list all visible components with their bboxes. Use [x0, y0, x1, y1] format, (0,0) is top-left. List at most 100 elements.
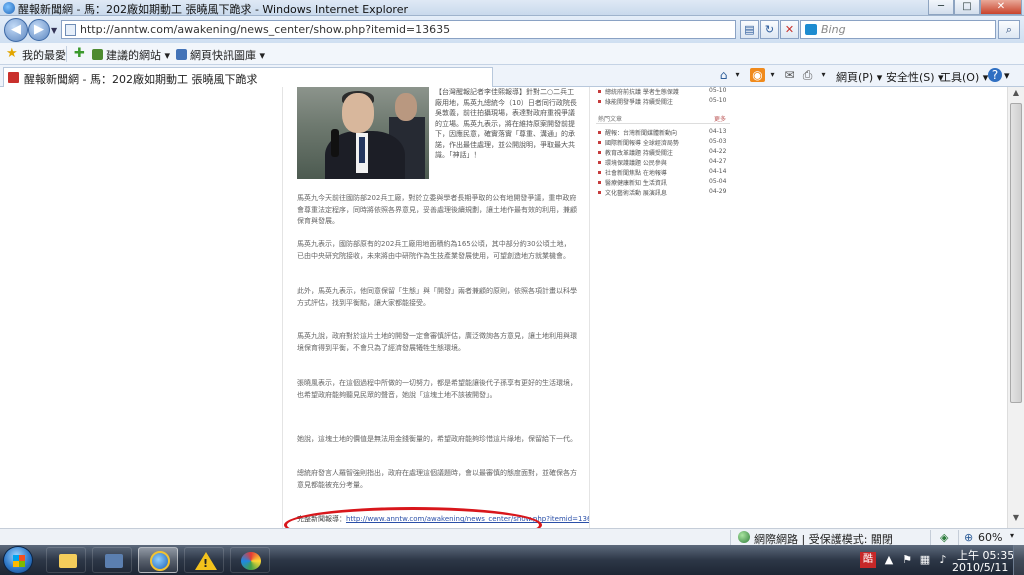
article-paragraph: 此外，馬英九表示，他同意保留「生態」與「開發」兩者兼顧的原則，依照各項計畫以科學…: [297, 287, 577, 307]
refresh-icon[interactable]: ↻: [760, 20, 779, 39]
start-button[interactable]: [3, 546, 33, 574]
safety-menu[interactable]: 安全性(S) ▾: [886, 69, 944, 85]
list-item[interactable]: 文化藝術活動 展演訊息 04-29: [596, 188, 730, 198]
list-item[interactable]: 總統府前抗議 學者生態保護 05-10: [596, 87, 730, 97]
address-url[interactable]: http://anntw.com/awakening/news_center/s…: [80, 23, 450, 36]
rss-feed-icon[interactable]: ◉: [750, 68, 765, 82]
sidebar: 總統府前抗議 學者生態保護 05-10 綠能開發爭議 持續受關注 05-10 熱門文…: [596, 87, 730, 199]
bullet-icon: [598, 161, 601, 164]
taskbar-media-button[interactable]: [92, 547, 132, 573]
minimize-button[interactable]: ─: [928, 0, 954, 15]
zoom-dropdown-icon[interactable]: ▾: [1010, 531, 1014, 540]
list-item[interactable]: 教育改革議題 持續受關注 04-22: [596, 148, 730, 158]
paint-icon: [241, 552, 261, 570]
show-desktop-button[interactable]: [1013, 545, 1024, 575]
favorites-button[interactable]: 我的最愛: [22, 47, 66, 63]
list-item-date: 04-29: [709, 188, 727, 195]
ie-icon: [150, 551, 170, 571]
list-item[interactable]: 醒報：台灣新聞媒體新動向 04-13: [596, 128, 730, 138]
list-item[interactable]: 綠能開發爭議 持續受關注 05-10: [596, 97, 730, 107]
status-bar: 網際網路 | 受保護模式: 關閉 ◈ ⊕ 60% ▾: [0, 528, 1024, 546]
site-favicon-icon: [8, 72, 19, 83]
add-favorite-icon[interactable]: ✚: [74, 46, 88, 61]
address-bar[interactable]: http://anntw.com/awakening/news_center/s…: [61, 20, 736, 39]
forward-button[interactable]: ▶: [28, 19, 50, 41]
scroll-thumb[interactable]: [1010, 103, 1022, 403]
print-dropdown-icon[interactable]: ▾: [816, 68, 831, 82]
list-item-date: 05-04: [709, 178, 727, 185]
bing-icon: [805, 24, 817, 35]
favorites-star-icon[interactable]: ★: [6, 46, 18, 61]
bullet-icon: [598, 171, 601, 174]
show-hidden-icons-icon[interactable]: ▲: [882, 553, 896, 567]
scroll-down-icon[interactable]: ▼: [1010, 513, 1022, 527]
web-slice-gallery-link[interactable]: 網頁快訊圖庫 ▾: [176, 47, 265, 63]
divider: [730, 530, 731, 545]
article-paragraph: 馬英九說，政府對於這片土地的開發一定會審慎評估，廣泛徵詢各方意見，讓土地利用與環…: [297, 332, 577, 352]
article-paragraph: 張曉風表示，在這個過程中所做的一切努力，都是希望能讓後代子孫享有更好的生活環境，…: [297, 379, 577, 399]
help-icon[interactable]: ?: [988, 68, 1002, 82]
feed-dropdown-icon[interactable]: ▾: [765, 68, 780, 82]
zoom-icon[interactable]: ⊕: [964, 531, 973, 544]
list-item[interactable]: 國際新聞報導 全球經濟局勢 05-03: [596, 138, 730, 148]
tools-menu[interactable]: 工具(O) ▾: [940, 69, 988, 85]
list-item-title: 總統府前抗議 學者生態保護: [605, 89, 679, 96]
page-menu[interactable]: 網頁(P) ▾: [836, 69, 882, 85]
zoom-level[interactable]: 60%: [978, 531, 1002, 544]
news-photo: [297, 87, 429, 179]
list-item[interactable]: 社會新聞焦點 在地報導 04-14: [596, 168, 730, 178]
bullet-icon: [598, 100, 601, 103]
back-button[interactable]: ◀: [4, 18, 28, 42]
stop-icon[interactable]: ✕: [780, 20, 799, 39]
photo-head: [342, 93, 374, 133]
list-item-date: 04-22: [709, 148, 727, 155]
windows-logo-icon: [13, 555, 25, 567]
list-item-date: 05-10: [709, 87, 727, 94]
list-item[interactable]: 環境保護議題 公民參與 04-27: [596, 158, 730, 168]
window-controls: ─ □ ✕: [928, 0, 1022, 16]
taskbar-explorer-button[interactable]: [46, 547, 86, 573]
media-player-icon: [105, 554, 123, 568]
internet-zone-icon: [738, 531, 750, 543]
title-bar: 醒報新聞網 - 馬：202廠如期動工 張曉風下跪求 - Windows Inte…: [0, 0, 1024, 16]
network-icon[interactable]: ▦: [918, 553, 932, 567]
suggested-sites-link[interactable]: 建議的網站 ▾: [92, 47, 170, 63]
recent-pages-dropdown-icon[interactable]: ▼: [51, 26, 57, 35]
tab-command-bar: 醒報新聞網 - 馬：202廠如期動工 張曉風下跪求 ⌂ ▾ ◉ ▾ ✉ ⎙ ▾ …: [0, 65, 1024, 87]
protected-mode-icon[interactable]: ◈: [940, 531, 948, 544]
vertical-scrollbar[interactable]: ▲ ▼: [1007, 87, 1024, 528]
clock-date[interactable]: 2010/5/11: [952, 561, 1008, 574]
window-title: 醒報新聞網 - 馬：202廠如期動工 張曉風下跪求 - Windows Inte…: [18, 3, 408, 16]
print-icon[interactable]: ⎙: [800, 68, 815, 82]
help-dropdown[interactable]: ▾: [1004, 69, 1010, 82]
home-dropdown-icon[interactable]: ▾: [730, 68, 745, 82]
read-mail-icon[interactable]: ✉: [782, 68, 797, 82]
tab-title: 醒報新聞網 - 馬：202廠如期動工 張曉風下跪求: [24, 73, 258, 86]
compatibility-view-icon[interactable]: ▤: [740, 20, 759, 39]
microphone-icon: [331, 129, 339, 157]
search-placeholder: Bing: [821, 23, 846, 36]
list-item[interactable]: 醫療健康新知 生活資訊 05-04: [596, 178, 730, 188]
list-item-title: 教育改革議題 持續受關注: [605, 150, 673, 157]
action-center-icon[interactable]: ⚑: [900, 553, 914, 567]
taskbar-warning-button[interactable]: !: [184, 547, 224, 573]
search-input[interactable]: Bing: [800, 20, 996, 39]
article-paragraph: 馬英九表示，國防部原有的202兵工廠用地面積約為165公頃，其中部分約30公頃土…: [297, 240, 571, 260]
scroll-up-icon[interactable]: ▲: [1010, 88, 1022, 102]
list-item-title: 國際新聞報導 全球經濟局勢: [605, 140, 679, 147]
maximize-button[interactable]: □: [954, 0, 980, 15]
bullet-icon: [598, 141, 601, 144]
search-icon[interactable]: ⌕: [998, 20, 1020, 39]
tab-current[interactable]: 醒報新聞網 - 馬：202廠如期動工 張曉風下跪求: [3, 67, 493, 87]
taskbar-paint-button[interactable]: [230, 547, 270, 573]
ie-logo-icon: [3, 2, 15, 14]
taskbar-ie-button[interactable]: [138, 547, 178, 573]
close-button[interactable]: ✕: [980, 0, 1022, 15]
list-item-date: 04-27: [709, 158, 727, 165]
more-link[interactable]: 更多: [714, 114, 726, 123]
ime-indicator[interactable]: 酷: [860, 552, 876, 568]
list-item-title: 社會新聞焦點 在地報導: [605, 170, 667, 177]
page-viewport: 【台灣醒報記者李佳熙報導】針對二○二兵工廠用地，馬英九總統今（10）日者同行政院…: [0, 87, 1007, 528]
home-icon[interactable]: ⌂: [716, 68, 731, 82]
volume-icon[interactable]: ♪: [936, 553, 950, 567]
